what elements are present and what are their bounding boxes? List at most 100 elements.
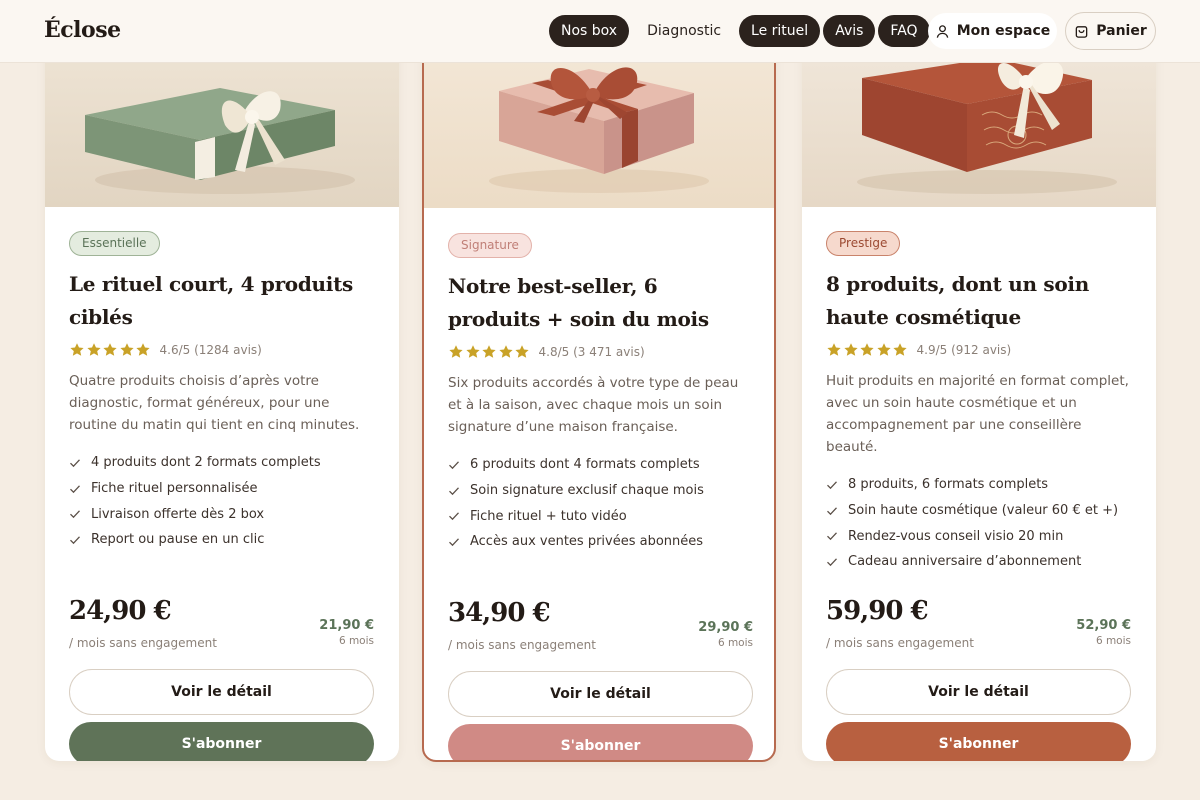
feature-item: Fiche rituel personnalisée <box>69 476 374 502</box>
plan-price: 59,90 € <box>826 596 929 626</box>
detail-button[interactable]: Voir le détail <box>448 671 753 717</box>
subscribe-button[interactable]: S'abonner <box>69 722 374 761</box>
feature-label: Livraison offerte dès 2 box <box>91 506 265 522</box>
check-icon <box>827 532 837 541</box>
star-icon <box>827 343 841 356</box>
feature-label: Rendez-vous conseil visio 20 min <box>848 528 1064 544</box>
feature-item: Livraison offerte dès 2 box <box>69 501 374 527</box>
plan-card-body: Signature Notre best-seller, 6 produits … <box>448 233 753 760</box>
feature-item: 6 produits dont 4 formats complets <box>448 452 753 478</box>
plan-description: Huit produits en majorité en format comp… <box>826 373 1129 455</box>
feature-label: Accès aux ventes privées abonnées <box>470 534 704 550</box>
feature-label: Soin signature exclusif chaque mois <box>470 483 704 499</box>
price-alt: 29,90 € 6 mois <box>698 620 753 649</box>
feature-label: Fiche rituel personnalisée <box>91 481 258 497</box>
feature-label: Fiche rituel + tuto vidéo <box>470 508 627 524</box>
rating-text: 4.6/5 (1284 avis) <box>159 343 262 357</box>
plan-price: 34,90 € <box>448 598 551 628</box>
user-icon <box>936 24 949 38</box>
price-row: 24,90 € / mois sans engagement 21,90 € 6… <box>69 596 374 652</box>
feature-label: Report ou pause en un clic <box>91 532 265 548</box>
rating-stars <box>826 342 909 358</box>
check-icon <box>827 481 837 489</box>
plan-title: Le rituel court, 4 produits ciblés <box>69 272 353 329</box>
star-icon <box>893 343 907 356</box>
star-icon <box>515 345 529 358</box>
check-icon <box>449 486 459 495</box>
feature-label: Cadeau anniversaire d’abonnement <box>848 554 1082 570</box>
check-icon <box>449 461 459 469</box>
account-label: Mon espace <box>956 23 1051 39</box>
plan-card-essentielle: Essentielle Le rituel court, 4 produits … <box>45 30 399 761</box>
cart-label: Panier <box>1096 23 1147 39</box>
price-alt-period: 6 mois <box>338 635 374 647</box>
feature-item: Soin signature exclusif chaque mois <box>448 478 753 504</box>
detail-button[interactable]: Voir le détail <box>826 669 1131 715</box>
plan-card-signature: Signature Notre best-seller, 6 produits … <box>422 29 776 762</box>
feature-label: 6 produits dont 4 formats complets <box>470 457 700 473</box>
plan-rating: 4.6/5 (1284 avis) <box>69 342 374 358</box>
star-icon <box>86 343 101 356</box>
rating-text: 4.9/5 (912 avis) <box>916 343 1012 357</box>
site-header: Éclose Nos box Diagnostic Le rituel Avis… <box>0 0 1200 63</box>
nav-diagnostic[interactable]: Diagnostic <box>632 15 736 47</box>
price-alt-value: 21,90 € <box>319 618 374 633</box>
check-icon <box>827 506 837 515</box>
check-icon <box>449 512 459 521</box>
subscribe-button[interactable]: S'abonner <box>448 724 753 760</box>
price-alt-period: 6 mois <box>1095 635 1131 647</box>
feature-item: Report ou pause en un clic <box>69 527 374 553</box>
star-icon <box>876 343 891 356</box>
feature-item: Fiche rituel + tuto vidéo <box>448 503 753 529</box>
star-icon <box>498 345 513 358</box>
plan-title: Notre best-seller, 6 produits + soin du … <box>448 274 709 331</box>
plan-rating: 4.9/5 (912 avis) <box>826 342 1131 358</box>
check-icon <box>70 459 80 467</box>
price-alt-value: 29,90 € <box>698 620 753 635</box>
feature-label: 4 produits dont 2 formats complets <box>91 455 321 471</box>
star-icon <box>465 345 480 358</box>
star-icon <box>843 343 858 356</box>
star-icon <box>860 343 874 356</box>
feature-label: 8 produits, 6 formats complets <box>848 477 1049 493</box>
star-icon <box>449 345 463 358</box>
cart-button[interactable]: Panier <box>1065 12 1156 50</box>
star-icon <box>70 343 84 356</box>
feature-item: Cadeau anniversaire d’abonnement <box>826 549 1131 575</box>
price-alt: 52,90 € 6 mois <box>1076 618 1131 647</box>
nav-avis[interactable]: Avis <box>823 15 876 47</box>
plan-description: Quatre produits choisis d’après votre di… <box>69 373 360 433</box>
plan-features: 4 produits dont 2 formats complets Fiche… <box>69 450 374 553</box>
plan-badge: Prestige <box>826 231 901 256</box>
price-alt-period: 6 mois <box>717 637 753 649</box>
feature-item: Accès aux ventes privées abonnées <box>448 529 753 555</box>
rating-stars <box>448 344 531 360</box>
check-icon <box>70 510 80 519</box>
plan-features: 8 produits, 6 formats complets Soin haut… <box>826 472 1131 575</box>
star-icon <box>482 345 496 358</box>
plan-description: Six produits accordés à votre type de pe… <box>448 375 739 435</box>
price-alt-value: 52,90 € <box>1076 618 1131 633</box>
price-subtitle: / mois sans engagement <box>448 638 596 652</box>
brand-logo[interactable]: Éclose <box>44 17 121 43</box>
plan-badge: Essentielle <box>69 231 160 256</box>
shopping-bag-icon <box>1075 25 1088 38</box>
plan-badge: Signature <box>448 233 532 258</box>
nav-le-rituel[interactable]: Le rituel <box>739 15 821 47</box>
price-subtitle: / mois sans engagement <box>69 636 217 650</box>
price-alt: 21,90 € 6 mois <box>319 618 374 647</box>
account-button[interactable]: Mon espace <box>928 13 1057 49</box>
main-nav: Nos box Diagnostic Le rituel Avis FAQ <box>549 15 933 47</box>
price-row: 59,90 € / mois sans engagement 52,90 € 6… <box>826 596 1131 652</box>
price-subtitle: / mois sans engagement <box>826 636 974 650</box>
plan-card-body: Prestige 8 produits, dont un soin haute … <box>826 231 1131 761</box>
nav-faq[interactable]: FAQ <box>878 15 930 47</box>
plan-features: 6 produits dont 4 formats complets Soin … <box>448 452 753 555</box>
feature-item: Soin haute cosmétique (valeur 60 € et +) <box>826 498 1131 524</box>
nav-nos-box[interactable]: Nos box <box>549 15 630 47</box>
check-icon <box>827 558 837 567</box>
detail-button[interactable]: Voir le détail <box>69 669 374 715</box>
subscribe-button[interactable]: S'abonner <box>826 722 1131 761</box>
check-icon <box>70 484 80 493</box>
feature-item: 4 produits dont 2 formats complets <box>69 450 374 476</box>
